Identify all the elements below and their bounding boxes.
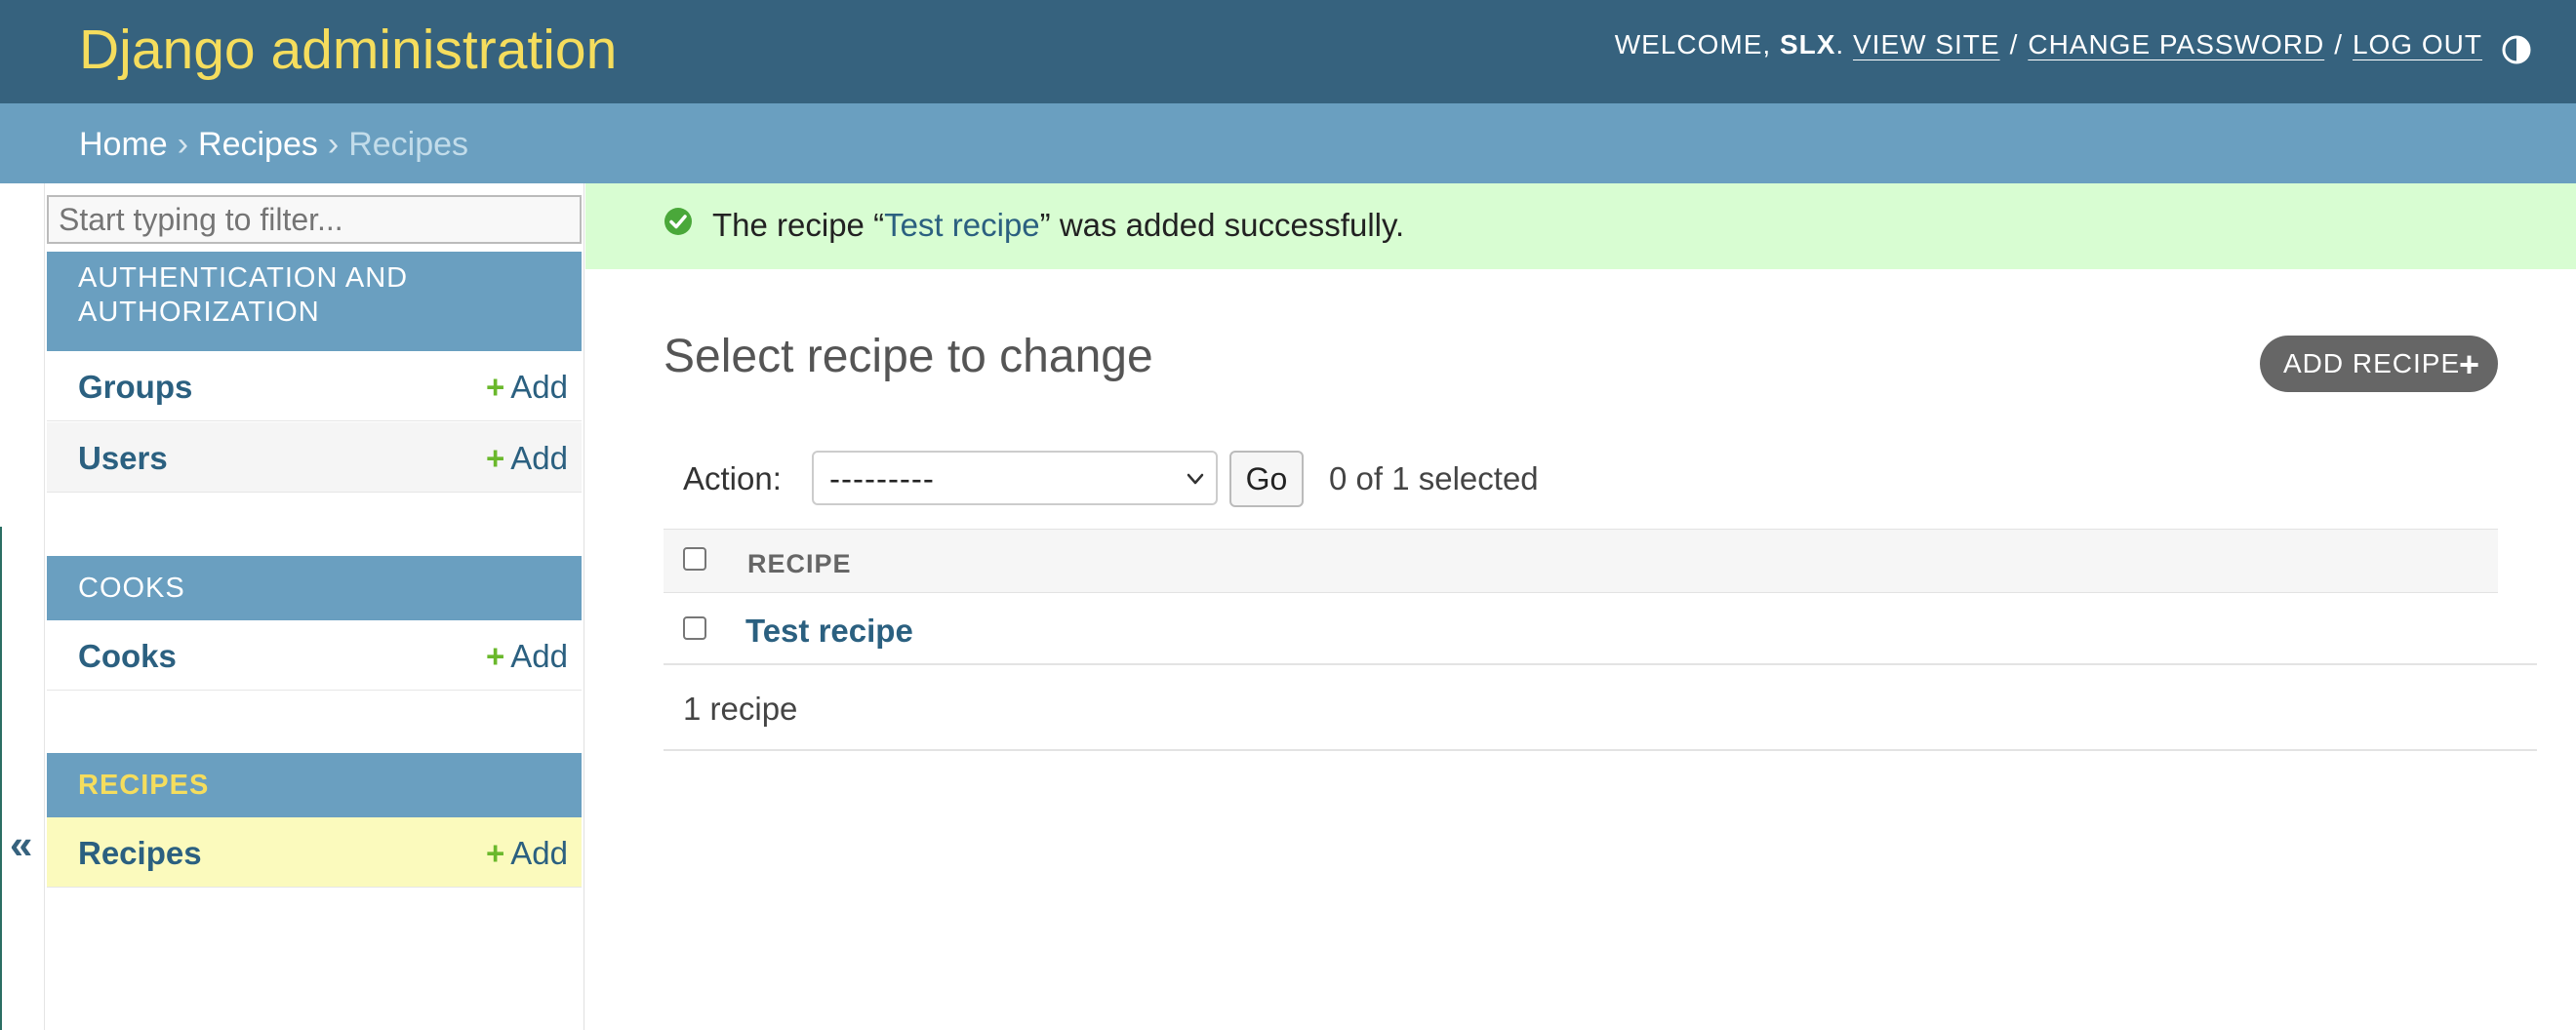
add-recipes-link[interactable]: + Add: [486, 835, 568, 872]
success-message: The recipe “Test recipe” was added succe…: [585, 183, 2576, 269]
welcome-text: WELCOME,: [1614, 29, 1772, 59]
nav-filter-input[interactable]: [47, 195, 582, 244]
action-select[interactable]: ---------: [812, 451, 1218, 505]
breadcrumb-app-recipes[interactable]: Recipes: [198, 126, 318, 163]
breadcrumb-home[interactable]: Home: [79, 126, 168, 163]
sidebar-item-label[interactable]: Cooks: [78, 638, 177, 675]
user-tools: WELCOME, SLX. VIEW SITE / CHANGE PASSWOR…: [1614, 29, 2482, 60]
sidebar-item-users[interactable]: Users + Add: [47, 422, 582, 493]
check-circle-icon: [664, 208, 692, 235]
breadcrumb: Home › Recipes › Recipes: [0, 103, 2576, 183]
site-branding[interactable]: Django administration: [79, 18, 617, 82]
plus-icon: +: [486, 835, 505, 871]
recipe-link[interactable]: Test recipe: [745, 613, 913, 650]
table-header: RECIPE: [664, 529, 2498, 593]
module-caption-recipes[interactable]: RECIPES: [47, 753, 582, 817]
chevron-down-icon: [1187, 473, 1204, 485]
select-all-checkbox[interactable]: [683, 547, 706, 571]
plus-icon: +: [2458, 344, 2480, 384]
go-button[interactable]: Go: [1229, 451, 1304, 507]
plus-icon: +: [486, 638, 505, 674]
plus-icon: +: [486, 440, 505, 476]
sidebar-item-groups[interactable]: Groups + Add: [47, 351, 582, 421]
message-text: The recipe “Test recipe” was added succe…: [712, 207, 1405, 243]
paginator: 1 recipe: [664, 667, 2537, 751]
action-counter: 0 of 1 selected: [1329, 460, 1539, 496]
double-chevron-left-icon[interactable]: «: [10, 821, 32, 868]
module-caption-cooks[interactable]: COOKS: [47, 556, 582, 620]
action-label: Action:: [683, 460, 782, 496]
change-password-link[interactable]: CHANGE PASSWORD: [2028, 29, 2324, 60]
separator: /: [2009, 29, 2019, 59]
separator: /: [2334, 29, 2343, 59]
site-header: Django administration WELCOME, SLX. VIEW…: [0, 0, 2576, 103]
add-users-link[interactable]: + Add: [486, 440, 568, 477]
sidebar-item-label[interactable]: Users: [78, 440, 168, 477]
sidebar-item-label[interactable]: Recipes: [78, 835, 202, 872]
row-checkbox[interactable]: [683, 616, 706, 640]
half-circle-icon[interactable]: [2501, 34, 2532, 65]
result-count: 1 recipe: [683, 691, 798, 727]
sidebar-item-label[interactable]: Groups: [78, 369, 192, 406]
column-header-recipe[interactable]: RECIPE: [747, 549, 852, 579]
sidebar-item-cooks[interactable]: Cooks + Add: [47, 620, 582, 691]
log-out-link[interactable]: LOG OUT: [2353, 29, 2482, 60]
view-site-link[interactable]: VIEW SITE: [1853, 29, 2000, 60]
page-title: Select recipe to change: [664, 331, 1153, 382]
table-row: Test recipe: [664, 593, 2537, 665]
nav-sidebar: AUTHENTICATION AND AUTHORIZATION Groups …: [45, 183, 584, 1030]
username: SLX: [1779, 29, 1836, 59]
toggle-nav-sidebar[interactable]: «: [0, 183, 45, 1030]
add-groups-link[interactable]: + Add: [486, 369, 568, 406]
breadcrumb-current: Recipes: [348, 126, 469, 163]
message-object-link[interactable]: Test recipe: [884, 207, 1040, 243]
action-select-value: ---------: [829, 460, 935, 496]
plus-icon: +: [486, 369, 505, 405]
add-cooks-link[interactable]: + Add: [486, 638, 568, 675]
sidebar-item-recipes[interactable]: Recipes + Add: [47, 817, 582, 888]
module-caption-auth[interactable]: AUTHENTICATION AND AUTHORIZATION: [47, 252, 582, 351]
add-recipe-button[interactable]: ADD RECIPE +: [2260, 336, 2498, 392]
